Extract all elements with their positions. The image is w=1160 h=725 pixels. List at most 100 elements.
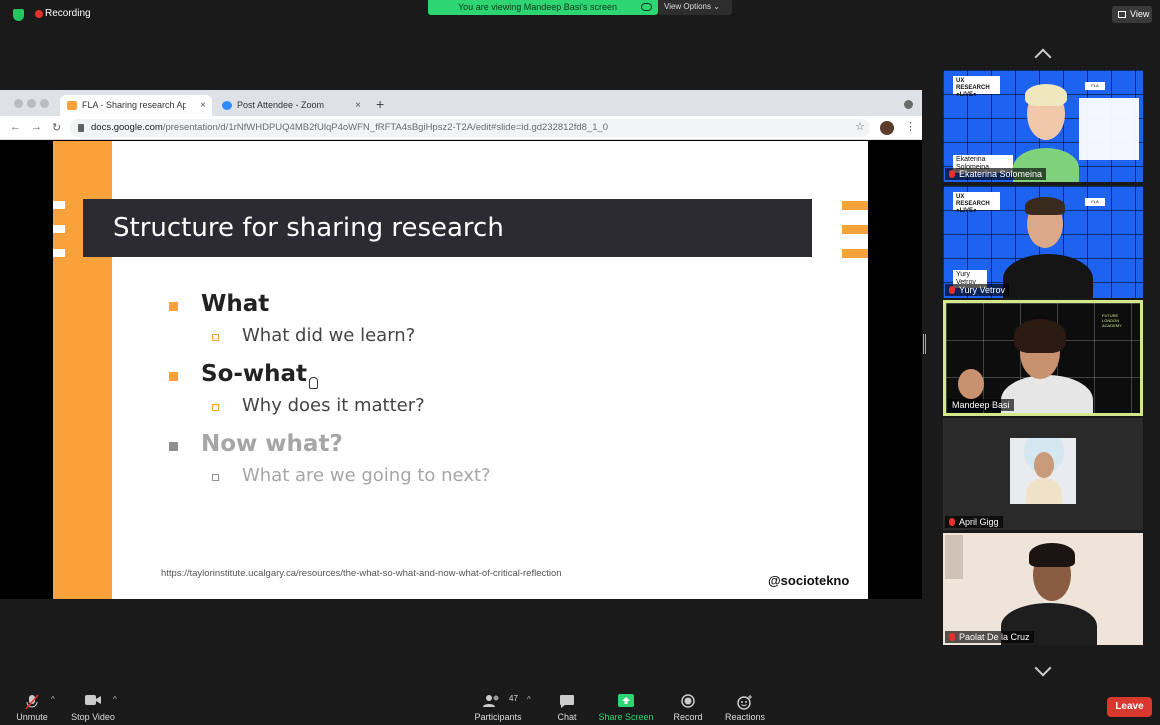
item-subtext: What are we going to next? <box>242 465 491 486</box>
presentation-slide: Structure for sharing research What What… <box>53 141 868 599</box>
participant-name-tag: Paolat De la Cruz <box>945 631 1034 643</box>
participant-body <box>1026 478 1062 504</box>
participants-label: Participants <box>474 712 522 722</box>
browser-tab-zoom[interactable]: Post Attendee - Zoom × <box>215 95 367 116</box>
participants-button[interactable]: 47 Participants <box>468 689 528 725</box>
viewing-banner-text: You are viewing Mandeep Basi's screen <box>458 2 617 12</box>
social-handle: @sociotekno <box>768 573 850 588</box>
video-tile-april[interactable]: April Gigg <box>943 418 1143 530</box>
participant-hair <box>1025 84 1067 106</box>
security-shield-icon[interactable] <box>13 9 24 21</box>
gallery-scroll-up-icon[interactable] <box>1032 47 1054 59</box>
academy-logo: FUTURE LONDON ACADEMY <box>1102 313 1122 328</box>
browser-menu-icon[interactable]: ⋮ <box>905 120 916 133</box>
chat-label: Chat <box>557 712 577 722</box>
reactions-label: Reactions <box>724 712 766 722</box>
right-accent-tick <box>842 225 868 234</box>
browser-tab-slides[interactable]: FLA - Sharing research April 14 × <box>60 95 212 116</box>
shared-screen: FLA - Sharing research April 14 × Post A… <box>0 90 922 599</box>
participant-name: Ekaterina Solomeina <box>959 169 1043 179</box>
tab-label: FLA - Sharing research April 14 <box>82 100 186 110</box>
reload-icon[interactable]: ↻ <box>52 121 61 134</box>
recording-label: Recording <box>45 8 91 19</box>
slides-favicon-icon <box>67 101 77 110</box>
browser-address-row: ← → ↻ docs.google.com/presentation/d/1rN… <box>0 116 922 140</box>
view-options-button[interactable]: View Options ⌄ <box>658 0 732 15</box>
mic-muted-icon <box>949 633 955 641</box>
item-heading: What <box>201 291 270 317</box>
view-button[interactable]: View <box>1112 6 1152 23</box>
item-subtext: What did we learn? <box>242 325 416 346</box>
headphones <box>1029 543 1075 567</box>
sub-bullet-icon <box>212 474 219 481</box>
bookmark-star-icon[interactable]: ☆ <box>855 120 865 133</box>
participant-name-tag: April Gigg <box>945 516 1003 528</box>
slide-viewport: Structure for sharing research What What… <box>0 141 922 599</box>
view-options-label: View Options <box>664 2 711 11</box>
address-bar[interactable]: docs.google.com/presentation/d/1rNfWHDPU… <box>70 119 870 137</box>
participant-hair <box>1014 319 1066 353</box>
share-screen-label: Share Screen <box>598 712 654 722</box>
video-tile-mandeep[interactable]: FUTURE LONDON ACADEMY Mandeep Basi <box>943 300 1143 416</box>
participant-name-tag: Mandeep Basi <box>948 399 1014 411</box>
right-accent-tick <box>842 201 868 210</box>
right-accent-tick <box>842 249 868 258</box>
zoom-favicon-icon <box>222 101 232 110</box>
emoji-reaction-icon <box>737 695 752 710</box>
participant-name: Mandeep Basi <box>952 400 1010 410</box>
agenda-panel <box>1079 98 1139 160</box>
profile-avatar[interactable] <box>880 121 894 135</box>
meeting-toolbar: Unmute ^ Stop Video ^ 47 Participants ^ … <box>0 689 1160 725</box>
forward-arrow-icon[interactable]: → <box>31 121 42 133</box>
back-arrow-icon[interactable]: ← <box>10 121 21 133</box>
stop-video-label: Stop Video <box>71 712 115 722</box>
video-options-caret-icon[interactable]: ^ <box>113 695 117 704</box>
record-button[interactable]: Record <box>658 689 718 725</box>
window-zoom-dot-icon <box>40 99 49 108</box>
record-icon <box>681 694 695 708</box>
record-label: Record <box>673 712 703 722</box>
participant-name: Yury Vetrov <box>959 285 1006 295</box>
audio-options-caret-icon[interactable]: ^ <box>51 695 55 704</box>
tab-label: Post Attendee - Zoom <box>237 100 325 110</box>
item-heading: Now what? <box>201 431 343 457</box>
video-camera-icon <box>85 695 101 705</box>
bullet-icon <box>169 302 178 311</box>
url-domain: docs.google.com <box>91 122 163 133</box>
leave-button[interactable]: Leave <box>1107 697 1152 717</box>
participant-name-tag: Yury Vetrov <box>945 284 1010 296</box>
new-tab-button[interactable]: + <box>376 96 384 112</box>
slide-title: Structure for sharing research <box>83 199 812 257</box>
reactions-button[interactable]: Reactions <box>715 689 775 725</box>
hand-cursor-icon <box>309 377 318 389</box>
participant-body <box>1001 375 1093 413</box>
panel-resize-handle[interactable] <box>923 334 926 354</box>
participants-options-caret-icon[interactable]: ^ <box>527 695 531 704</box>
share-screen-button[interactable]: Share Screen <box>596 689 656 725</box>
tab-close-icon[interactable]: × <box>355 95 361 116</box>
grid-view-icon <box>1118 11 1126 18</box>
video-tile-ekaterina[interactable]: UX RESEARCH ●LIVE● FLA Ekaterina Solomei… <box>943 70 1143 182</box>
browser-extension-icon[interactable] <box>904 100 913 109</box>
video-tile-yury[interactable]: UX RESEARCH ●LIVE● FLA Yury Vetrov Yury … <box>943 186 1143 298</box>
participant-name: April Gigg <box>959 517 999 527</box>
share-screen-icon <box>618 694 634 707</box>
participant-body <box>1003 254 1093 298</box>
browser-tab-strip: FLA - Sharing research April 14 × Post A… <box>0 90 922 116</box>
view-button-label: View <box>1130 9 1150 19</box>
recording-dot-icon <box>35 10 43 18</box>
fla-logo: FLA <box>1085 82 1105 90</box>
chat-bubble-icon <box>560 695 574 708</box>
meeting-top-bar: Recording You are viewing Mandeep Basi's… <box>0 0 1160 30</box>
citation-link: https://taylorinstitute.ucalgary.ca/reso… <box>161 568 562 579</box>
viewing-screen-banner: You are viewing Mandeep Basi's screen <box>428 0 658 15</box>
participant-name: Paolat De la Cruz <box>959 632 1030 642</box>
window-close-dot-icon <box>14 99 23 108</box>
gallery-scroll-down-icon[interactable] <box>1032 666 1054 678</box>
tab-close-icon[interactable]: × <box>200 95 206 116</box>
ux-research-badge: UX RESEARCH ●LIVE● <box>953 76 1000 98</box>
chat-button[interactable]: Chat <box>537 689 597 725</box>
mic-muted-icon <box>949 518 955 526</box>
video-tile-paolat[interactable]: Paolat De la Cruz <box>943 533 1143 645</box>
participant-hair <box>1025 197 1065 215</box>
